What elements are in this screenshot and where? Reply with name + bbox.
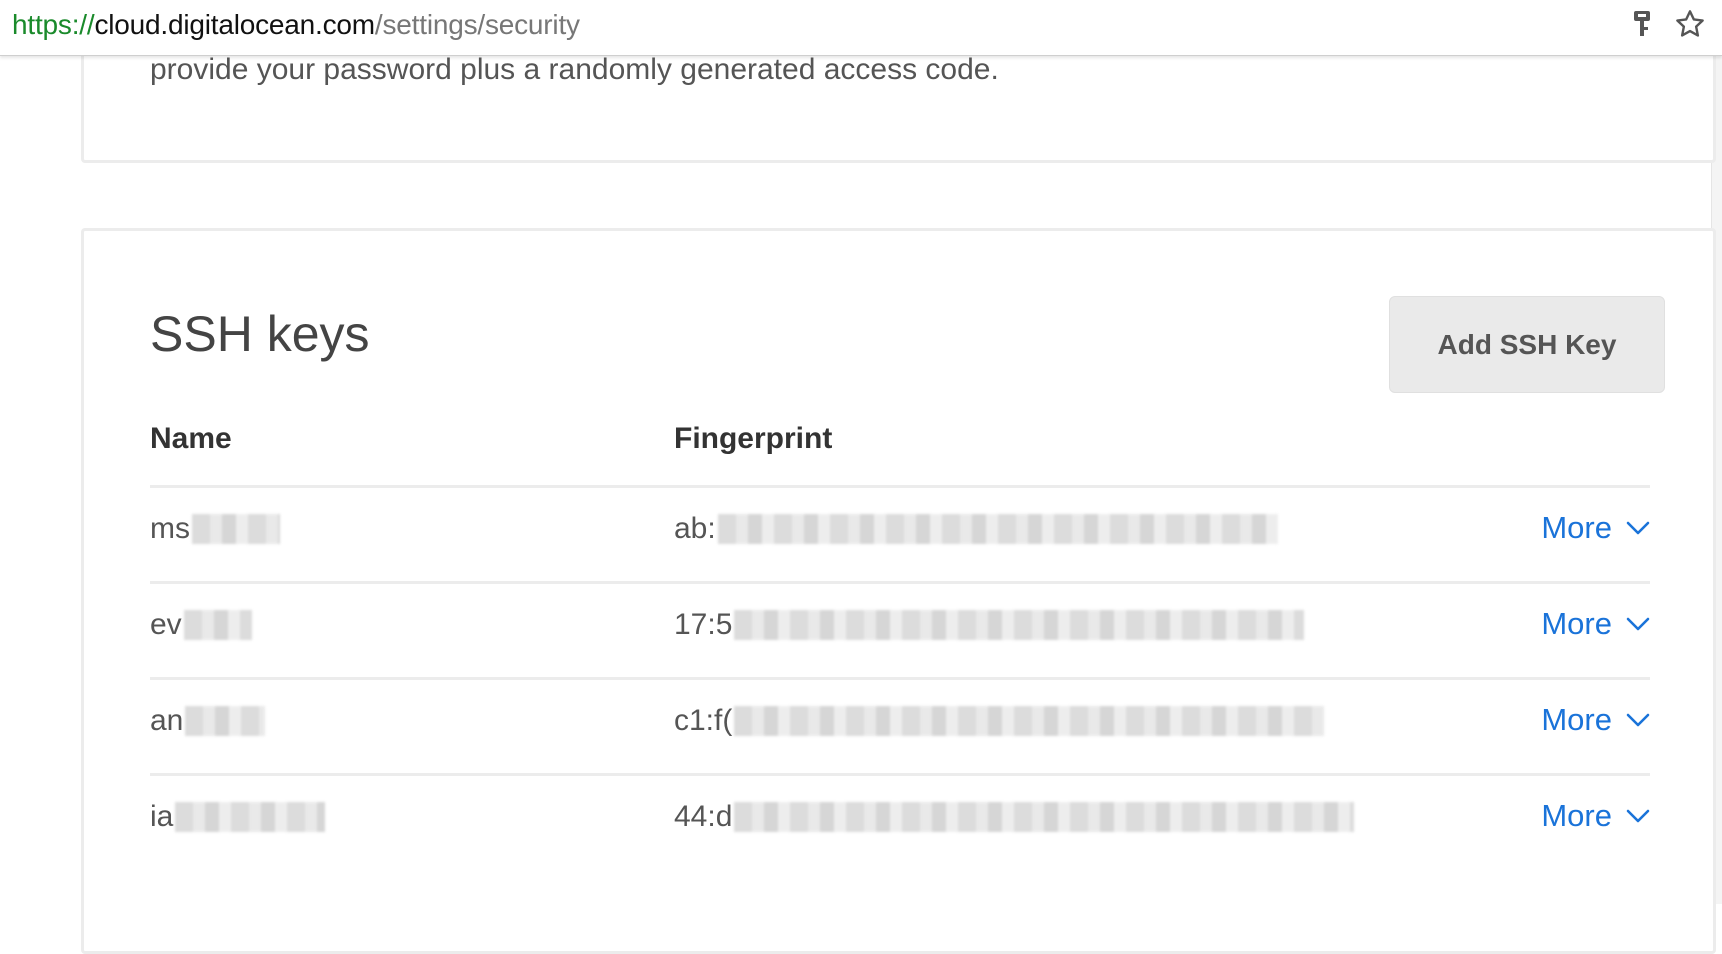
key-name-text: ia bbox=[150, 800, 174, 833]
more-dropdown[interactable]: More bbox=[1541, 510, 1650, 546]
chevron-down-icon bbox=[1626, 617, 1650, 631]
more-dropdown[interactable]: More bbox=[1541, 606, 1650, 642]
chevron-down-icon bbox=[1626, 521, 1650, 535]
ssh-keys-panel: SSH keys Add SSH Key Name Fingerprint ms… bbox=[81, 228, 1716, 954]
key-name: ia bbox=[150, 800, 326, 834]
key-fingerprint: c1:f( bbox=[674, 704, 1325, 738]
key-name: ms bbox=[150, 512, 280, 546]
key-fingerprint: ab: bbox=[674, 512, 1278, 546]
redacted-blur bbox=[185, 706, 266, 736]
redacted-blur bbox=[192, 514, 280, 544]
redacted-blur bbox=[183, 610, 252, 640]
more-dropdown[interactable]: More bbox=[1541, 798, 1650, 834]
fingerprint-text: 17:5 bbox=[674, 608, 733, 641]
url-text[interactable]: https://cloud.digitalocean.com/settings/… bbox=[12, 9, 580, 41]
chevron-down-icon bbox=[1626, 809, 1650, 823]
redacted-blur bbox=[717, 514, 1278, 544]
two-factor-description: provide your password plus a randomly ge… bbox=[150, 53, 999, 86]
more-label: More bbox=[1541, 606, 1612, 641]
key-fingerprint: 17:5 bbox=[674, 608, 1305, 642]
fingerprint-text: c1:f( bbox=[674, 704, 733, 737]
redacted-blur bbox=[734, 802, 1355, 832]
more-label: More bbox=[1541, 702, 1612, 737]
key-icon[interactable] bbox=[1624, 6, 1660, 42]
key-name: an bbox=[150, 704, 266, 738]
more-label: More bbox=[1541, 510, 1612, 545]
fingerprint-text: 44:d bbox=[674, 800, 733, 833]
url-host: cloud.digitalocean.com bbox=[94, 9, 375, 40]
chevron-down-icon bbox=[1626, 713, 1650, 727]
address-bar-actions bbox=[1624, 6, 1708, 42]
key-name-text: ms bbox=[150, 512, 190, 545]
url-path: /settings/security bbox=[374, 9, 580, 40]
star-icon[interactable] bbox=[1672, 6, 1708, 42]
redacted-blur bbox=[734, 706, 1325, 736]
more-label: More bbox=[1541, 798, 1612, 833]
redacted-blur bbox=[734, 610, 1305, 640]
key-name-text: an bbox=[150, 704, 184, 737]
url-scheme: https:// bbox=[12, 9, 95, 40]
column-header-fingerprint: Fingerprint bbox=[674, 422, 833, 455]
table-row: ia 44:d More bbox=[150, 776, 1650, 869]
browser-address-bar[interactable]: https://cloud.digitalocean.com/settings/… bbox=[0, 0, 1722, 56]
key-name: ev bbox=[150, 608, 252, 642]
key-name-text: ev bbox=[150, 608, 182, 641]
key-fingerprint: 44:d bbox=[674, 800, 1355, 834]
table-row: an c1:f( More bbox=[150, 680, 1650, 773]
table-row: ms ab: More bbox=[150, 488, 1650, 581]
more-dropdown[interactable]: More bbox=[1541, 702, 1650, 738]
redacted-blur bbox=[175, 802, 326, 832]
fingerprint-text: ab: bbox=[674, 512, 716, 545]
section-title: SSH keys bbox=[150, 306, 370, 362]
table-row: ev 17:5 More bbox=[150, 584, 1650, 677]
add-ssh-key-button[interactable]: Add SSH Key bbox=[1389, 296, 1665, 393]
column-header-name: Name bbox=[150, 422, 232, 455]
